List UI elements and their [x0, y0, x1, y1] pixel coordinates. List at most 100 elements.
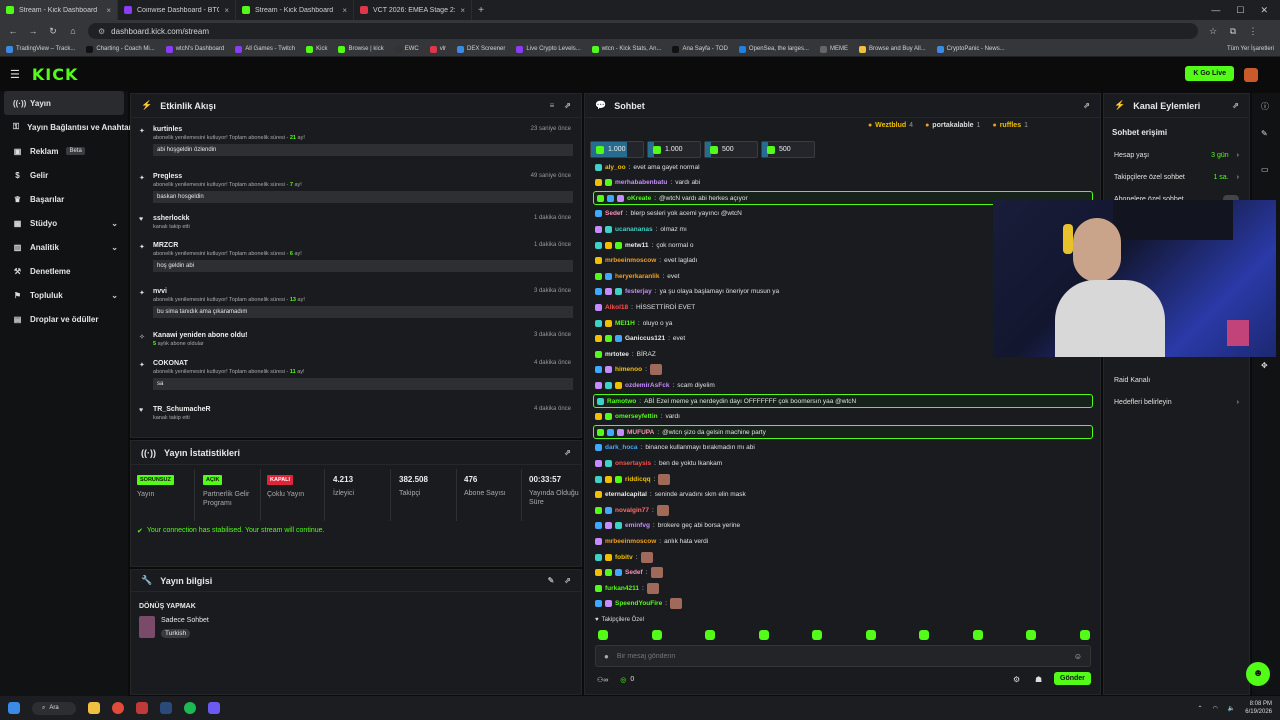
- chat-username[interactable]: eternalcapital: [605, 491, 647, 498]
- puzzle-icon[interactable]: ✥: [1261, 361, 1268, 370]
- chat-username[interactable]: MUFUPA: [627, 429, 654, 436]
- browser-tab[interactable]: VCT 2026: EMEA Stage 2: Brack ×: [354, 0, 472, 20]
- close-window-icon[interactable]: ✕: [1260, 5, 1268, 16]
- bookmark-item[interactable]: All Games - Twitch: [235, 45, 295, 53]
- users-icon[interactable]: ⚇∞: [597, 676, 608, 684]
- chat-username[interactable]: himenoo: [615, 366, 642, 373]
- chat-access-row[interactable]: Takipçilere özel sohbet 1 sa. ›: [1114, 171, 1239, 183]
- top-gifter[interactable]: ● Weztblud 4: [868, 122, 913, 129]
- chat-username[interactable]: festerjay: [625, 288, 652, 295]
- chat-settings-icon[interactable]: ⚙: [1013, 675, 1020, 684]
- chat-username[interactable]: mrtotee: [605, 351, 629, 358]
- bookmark-item[interactable]: wtcN's Dashboard: [165, 45, 224, 53]
- tab-close-icon[interactable]: ×: [106, 6, 111, 15]
- popout-icon[interactable]: ⇗: [1232, 101, 1239, 110]
- emote-shortcut-icon[interactable]: [1026, 630, 1036, 640]
- chat-username[interactable]: eminfvg: [625, 522, 650, 529]
- bookmark-item[interactable]: DEX Screener: [457, 45, 505, 53]
- emote-shortcut-icon[interactable]: [812, 630, 822, 640]
- maximize-icon[interactable]: ☐: [1236, 5, 1244, 16]
- activity-username[interactable]: TR_SchumacheR: [153, 406, 573, 413]
- tab-close-icon[interactable]: ×: [342, 6, 347, 15]
- discord-icon[interactable]: [208, 702, 220, 714]
- mod-tools-icon[interactable]: ☗: [1035, 675, 1042, 684]
- raid-channel-row[interactable]: Raid Kanalı: [1114, 374, 1239, 386]
- url-field[interactable]: ⚙ dashboard.kick.com/stream: [88, 23, 1198, 39]
- sidebar-item-topluluk[interactable]: ⚑ Topluluk ⌄: [0, 283, 128, 307]
- top-gifter[interactable]: ● ruffles 1: [992, 122, 1028, 129]
- emote-shortcut-icon[interactable]: [758, 630, 769, 640]
- popout-icon[interactable]: ⇗: [564, 101, 571, 110]
- sidebar-item-başarılar[interactable]: ♛ Başarılar: [0, 187, 128, 211]
- activity-username[interactable]: Kanawi yeniden abone oldu!: [153, 332, 573, 339]
- bookmark-item[interactable]: TradingView – Track...: [6, 45, 75, 53]
- chat-username[interactable]: heryerkaranlik: [615, 273, 659, 280]
- chat-username[interactable]: Sedef: [625, 569, 643, 576]
- browser-tab[interactable]: Stream - Kick Dashboard ×: [0, 0, 118, 20]
- hamburger-menu-icon[interactable]: ☰: [10, 68, 20, 81]
- activity-username[interactable]: ssherlockk: [153, 215, 573, 222]
- bookmark-item[interactable]: wtcn - Kick Stats, An...: [591, 45, 661, 53]
- layout-icon[interactable]: ▭: [1261, 165, 1269, 174]
- chat-input[interactable]: [616, 652, 1066, 660]
- back-icon[interactable]: ←: [8, 26, 18, 36]
- chat-username[interactable]: riddicqq: [625, 476, 651, 483]
- activity-username[interactable]: nvvi: [153, 288, 573, 295]
- emote-shortcut-icon[interactable]: [705, 630, 715, 640]
- chat-username[interactable]: furkan4211: [605, 585, 639, 592]
- chat-username[interactable]: aly_oo: [605, 164, 626, 171]
- sidebar-item-reklam[interactable]: ▣ Reklam Beta: [0, 139, 128, 163]
- site-info-icon[interactable]: ⚙: [98, 27, 105, 36]
- pen-icon[interactable]: ✎: [1261, 129, 1268, 138]
- emote-shortcut-icon[interactable]: [651, 630, 662, 640]
- sidebar-item-analitik[interactable]: ▥ Analitik ⌄: [0, 235, 128, 259]
- home-icon[interactable]: ⌂: [68, 26, 78, 36]
- go-live-button[interactable]: K Go Live: [1185, 66, 1234, 81]
- chat-username[interactable]: Sedef: [605, 210, 623, 217]
- sidebar-item-yayın[interactable]: ⚿ Yayın Bağlantısı ve Anahtar: [0, 115, 132, 139]
- new-tab-button[interactable]: +: [472, 5, 490, 16]
- chat-username[interactable]: Ramotwo: [607, 398, 636, 405]
- sidebar-item-yayın[interactable]: ((·)) Yayın: [4, 91, 124, 115]
- edit-icon[interactable]: ✎: [548, 576, 555, 585]
- chat-username[interactable]: MEl1H: [615, 320, 635, 327]
- browser-tab[interactable]: Coinwise Dashboard - BTC Crypt ×: [118, 0, 236, 20]
- support-chat-icon[interactable]: ☻: [1246, 662, 1270, 686]
- chat-username[interactable]: fobitv: [615, 554, 633, 561]
- bookmark-item[interactable]: Charting - Coach Mi...: [86, 45, 155, 53]
- browser-tab[interactable]: Stream - Kick Dashboard ×: [236, 0, 354, 20]
- wifi-icon[interactable]: ◠: [1213, 705, 1218, 712]
- bookmark-item[interactable]: Browse and Buy All...: [858, 45, 926, 53]
- bookmark-item[interactable]: Browse | kick: [338, 45, 384, 53]
- extensions-icon[interactable]: ⧉: [1228, 26, 1238, 37]
- popout-icon[interactable]: ⇗: [564, 448, 571, 457]
- emote-shortcut-icon[interactable]: [919, 630, 929, 640]
- chat-username[interactable]: onsertaysis: [615, 460, 651, 467]
- chat-username[interactable]: ozdemirAsFck: [625, 382, 669, 389]
- emote-shortcut-icon[interactable]: [1079, 630, 1090, 640]
- sidebar-item-denetleme[interactable]: ⚒ Denetleme: [0, 259, 128, 283]
- popout-icon[interactable]: ⇗: [564, 576, 571, 585]
- kick-logo[interactable]: KICK: [32, 65, 79, 84]
- activity-username[interactable]: MRZCR: [153, 242, 573, 249]
- bookmark-item[interactable]: Ana Sayfa - TOD: [672, 45, 728, 53]
- tab-close-icon[interactable]: ×: [224, 6, 229, 15]
- emote-picker-icon[interactable]: ☺: [1074, 652, 1082, 661]
- menu-icon[interactable]: ⋮: [1248, 26, 1258, 37]
- popout-icon[interactable]: ⇗: [1083, 101, 1090, 110]
- chat-username[interactable]: Alkol18: [605, 304, 628, 311]
- tab-close-icon[interactable]: ×: [460, 6, 465, 15]
- chat-username[interactable]: metw11: [625, 242, 649, 249]
- chat-username[interactable]: SpeendYouFire: [615, 600, 662, 607]
- clock[interactable]: 8:08 PM 6/19/2026: [1245, 700, 1272, 716]
- sidebar-item-gelir[interactable]: $ Gelir: [0, 163, 128, 187]
- bookmark-item[interactable]: OpenSea, the larges...: [738, 45, 809, 53]
- volume-icon[interactable]: 🔈: [1228, 705, 1235, 712]
- chat-username[interactable]: Ganiccus121: [625, 335, 665, 342]
- bookmark-star-icon[interactable]: ☆: [1208, 26, 1218, 37]
- spotify-icon[interactable]: [184, 702, 196, 714]
- emote-shortcut-icon[interactable]: [972, 630, 983, 640]
- chat-username[interactable]: dark_hoca: [605, 444, 638, 451]
- goal-bar[interactable]: 1.000: [647, 141, 701, 158]
- bookmark-item[interactable]: vlr: [429, 45, 446, 53]
